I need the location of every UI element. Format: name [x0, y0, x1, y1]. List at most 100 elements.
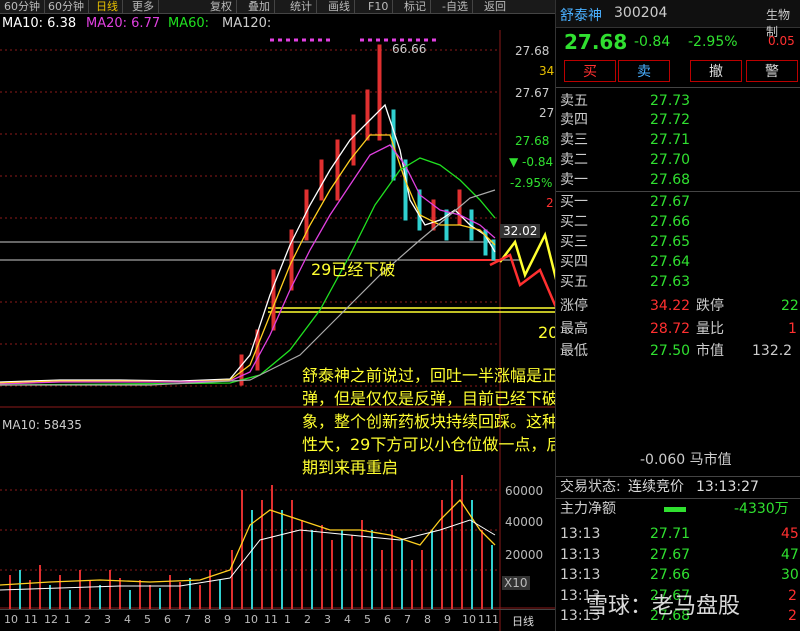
bid-label: 买一 [560, 194, 588, 210]
ask-price: 27.68 [650, 172, 691, 188]
stock-name: 舒泰神 [560, 8, 602, 24]
bid-row-1: 买一 27.67 [556, 192, 800, 212]
stats-button[interactable]: 统计 [286, 0, 317, 14]
net-flow-bar [664, 507, 686, 512]
date-tick: 6 [164, 613, 171, 626]
kline-chart[interactable] [0, 30, 555, 631]
stat-value: 22 [781, 298, 799, 314]
date-tick: 5 [364, 613, 371, 626]
alert-button[interactable]: 警 [746, 60, 798, 82]
bid-row-2: 买二 27.66 [556, 212, 800, 232]
ask-row-4: 卖四 27.72 [556, 110, 800, 130]
bid-price: 27.64 [650, 254, 691, 270]
sell-button[interactable]: 卖 [618, 60, 670, 82]
tick-row: 13:13 27.71 45 [556, 524, 800, 544]
f10-button[interactable]: F10 [364, 0, 394, 14]
ask-row-1: 卖一 27.68 [556, 170, 800, 190]
date-tick: 1 [64, 613, 71, 626]
price-change: -0.84 [634, 34, 671, 50]
date-tick: 10 [244, 613, 258, 626]
tick-time: 13:13 [560, 526, 601, 542]
price-axis-label-3: 27.67 [515, 86, 550, 100]
buy-button[interactable]: 买 [564, 60, 616, 82]
stat-label: 最低 [560, 343, 588, 359]
draw-line-button[interactable]: 画线 [324, 0, 355, 14]
bid-label: 买二 [560, 214, 588, 230]
ma20-legend: MA20: 6.77 [86, 16, 161, 31]
date-tick: 1 [492, 613, 499, 626]
period-daily-button[interactable]: 日线 [92, 0, 123, 14]
net-flow-row: 主力净额 -4330万 [556, 498, 800, 518]
break-29-annotation: 29已经下破 [311, 260, 396, 279]
divider [556, 87, 800, 88]
overlay-button[interactable]: 叠加 [244, 0, 275, 14]
trade-status-label: 交易状态: [560, 479, 621, 495]
period-60min-button[interactable]: 60分钟 [0, 0, 45, 14]
tick-price: 27.71 [650, 526, 691, 542]
bid-row-3: 买三 27.65 [556, 232, 800, 252]
trade-time: 13:13:27 [696, 479, 759, 495]
back-button[interactable]: 返回 [480, 0, 510, 14]
last-price: 27.68 [564, 30, 628, 54]
volume-axis-label-3: 20000 [505, 548, 544, 562]
flow-row: -0.060 马市值 [556, 450, 800, 470]
date-tick: 9 [224, 613, 231, 626]
date-tick: 1 [284, 613, 291, 626]
bid-label: 买三 [560, 234, 588, 250]
mark-button[interactable]: 标记 [400, 0, 431, 14]
date-tick: 3 [324, 613, 331, 626]
ask-row-5: 卖五 27.73 [556, 91, 800, 111]
stat-row-limit: 涨停 34.22 跌停 22 [556, 296, 800, 316]
stat-label: 跌停 [696, 298, 724, 314]
period-60min-button-2[interactable]: 60分钟 [44, 0, 89, 14]
stat-label: 市值 [696, 343, 724, 359]
quote-header: 舒泰神 300204 生物制 [556, 0, 800, 39]
date-tick: 5 [144, 613, 151, 626]
xueqiu-watermark: 雪球：老马盘股 [586, 594, 741, 619]
tick-volume: 45 [781, 526, 799, 542]
date-tick: 11 [264, 613, 278, 626]
price-axis-change: ▼ -0.84 [509, 155, 554, 169]
date-tick: 9 [444, 613, 451, 626]
volume-ma-legend: MA10: 58435 [2, 418, 82, 432]
tick-price: 27.67 [650, 547, 691, 563]
peak-price-label: 66.66 [392, 42, 427, 56]
daily-tab[interactable]: 日线 [512, 613, 534, 629]
sector-value: 0.05 [768, 34, 795, 48]
more-periods-button[interactable]: 更多 [128, 0, 159, 14]
date-axis: 10 11 12 1 2 3 4 5 6 7 8 9 10 11 1 2 3 4… [0, 609, 555, 631]
net-flow-label: 主力净额 [560, 501, 616, 517]
stat-row-low: 最低 27.50 市值 132.2 [556, 341, 800, 361]
bid-label: 买五 [560, 274, 588, 290]
bid-price: 27.66 [650, 214, 691, 230]
bid-price: 27.63 [650, 274, 691, 290]
stat-value: 1 [788, 321, 797, 337]
price-axis-label-2: 34 [539, 64, 555, 78]
cancel-order-button[interactable]: 撤 [690, 60, 742, 82]
ask-price: 27.72 [650, 112, 691, 128]
date-tick: 2 [84, 613, 91, 626]
ask-label: 卖三 [560, 132, 588, 148]
tick-volume: 2 [788, 588, 797, 604]
stock-code: 300204 [614, 5, 668, 21]
watchlist-button[interactable]: -自选 [438, 0, 473, 14]
ask-price: 27.70 [650, 152, 691, 168]
bid-row-5: 买五 27.63 [556, 272, 800, 292]
date-tick: 2 [304, 613, 311, 626]
stat-value: 132.2 [752, 343, 793, 359]
price-axis-change-pct: -2.95% [510, 176, 553, 190]
date-tick: 8 [204, 613, 211, 626]
ma120-legend: MA120: [222, 16, 272, 31]
stat-value: 27.50 [650, 343, 691, 359]
date-tick: 12 [44, 613, 58, 626]
ask-row-3: 卖三 27.71 [556, 130, 800, 150]
stat-row-high: 最高 28.72 量比 1 [556, 319, 800, 339]
bid-price: 27.65 [650, 234, 691, 250]
date-tick: 4 [124, 613, 131, 626]
stat-value: 34.22 [650, 298, 691, 314]
ask-price: 27.71 [650, 132, 691, 148]
adjust-button[interactable]: 复权 [206, 0, 237, 14]
trade-status: 连续竞价 [628, 479, 684, 495]
price-axis-label-4: 27 [539, 106, 555, 120]
price-axis-label-5: 27.68 [515, 134, 550, 148]
